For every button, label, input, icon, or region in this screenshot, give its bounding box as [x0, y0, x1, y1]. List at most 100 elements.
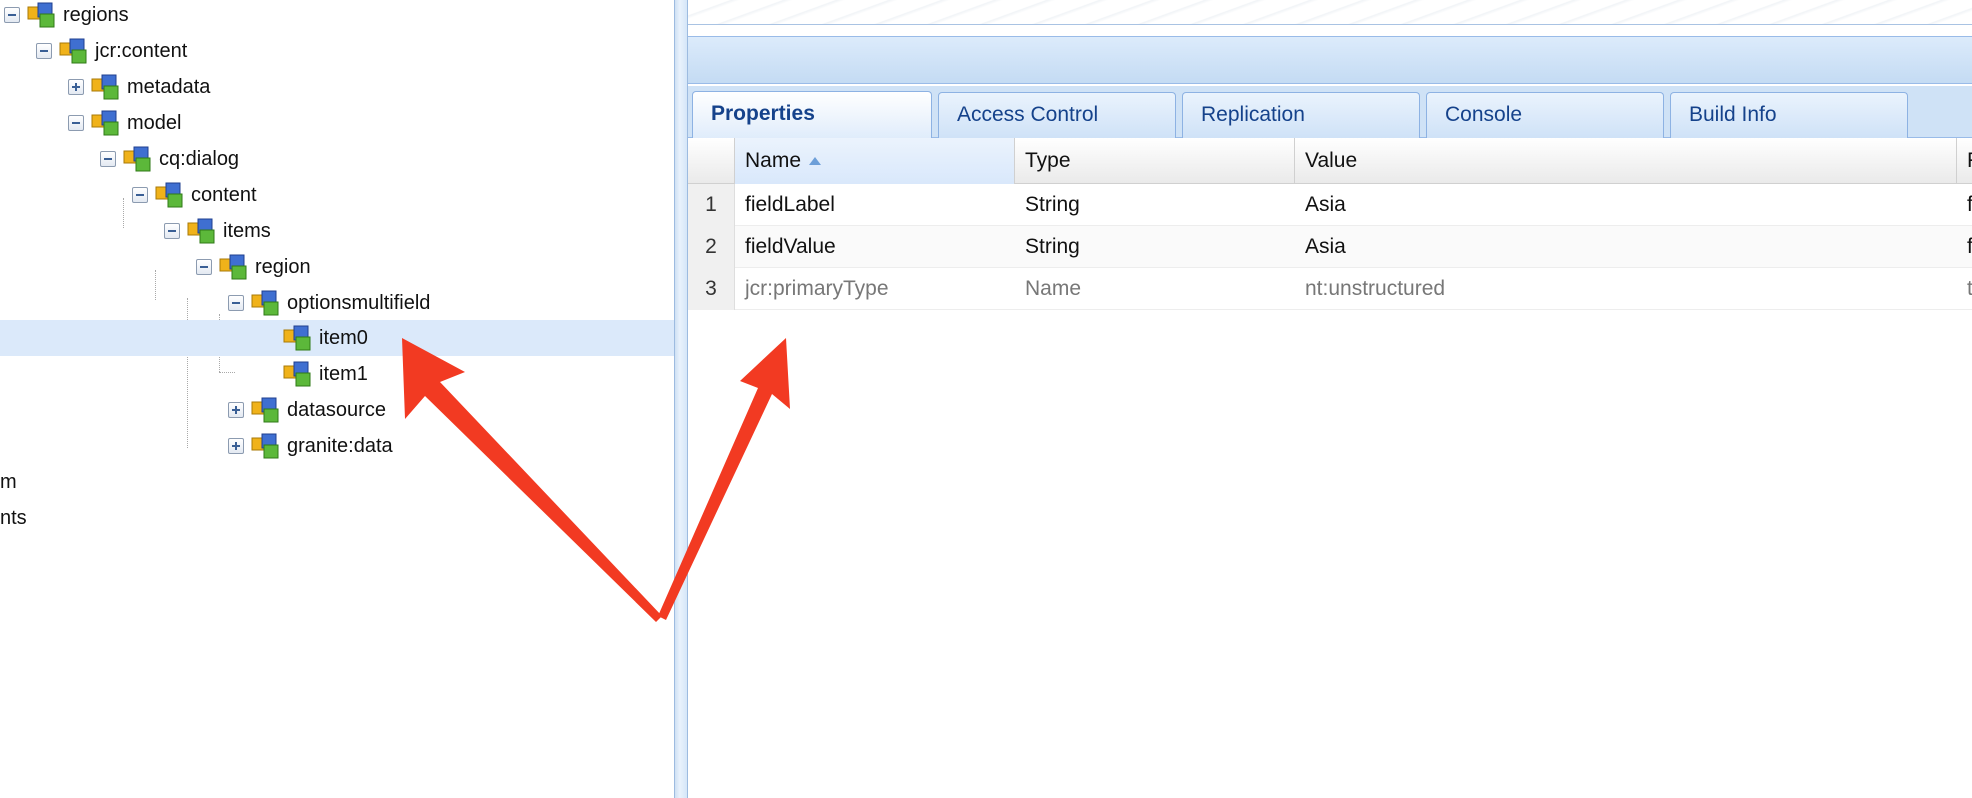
row-number: 3 [688, 268, 735, 310]
sort-ascending-icon [809, 157, 822, 166]
collapse-toggle[interactable] [36, 43, 52, 59]
tree-node-item1[interactable]: item1 [0, 356, 674, 392]
tree-node-item0[interactable]: item0 [0, 320, 674, 356]
tree-node-label: datasource [287, 399, 386, 421]
plus-icon [72, 83, 80, 91]
tree-node-metadata[interactable]: metadata [0, 69, 674, 105]
tab-build-info[interactable]: Build Info [1670, 92, 1908, 138]
tree-node-clipped[interactable]: nts [0, 500, 674, 536]
tree-node-label: optionsmultifield [287, 292, 431, 314]
collapse-toggle[interactable] [228, 295, 244, 311]
top-toolbar-strip [688, 0, 1972, 25]
tree-node-label: jcr:content [95, 40, 188, 62]
collapse-toggle[interactable] [132, 187, 148, 203]
property-name: fieldValue [745, 235, 836, 258]
collapse-toggle[interactable] [164, 223, 180, 239]
tree-node-label: metadata [127, 76, 211, 98]
tree-node-label: m [0, 471, 17, 493]
tab-bar: Properties Access Control Replication Co… [688, 86, 1972, 139]
minus-icon [168, 230, 176, 232]
plus-icon [232, 442, 240, 450]
column-header-extra[interactable]: F [1957, 138, 1972, 184]
tree-node-label: model [127, 112, 182, 134]
column-header-type[interactable]: Type [1015, 138, 1295, 184]
tree-node-label: content [191, 184, 257, 206]
panel-header [688, 36, 1972, 84]
tree-node-items[interactable]: items [0, 213, 674, 249]
tree-node-datasource[interactable]: datasource [0, 392, 674, 428]
tree-node-label: region [255, 256, 311, 278]
property-value: nt:unstructured [1305, 277, 1446, 300]
panel-splitter[interactable] [674, 0, 688, 798]
expand-toggle[interactable] [228, 438, 244, 454]
column-header-name[interactable]: Name [735, 138, 1015, 184]
node-icon [26, 1, 58, 29]
grid-header-row: Name Type Value F [688, 138, 1972, 184]
tab-replication[interactable]: Replication [1182, 92, 1420, 138]
property-type: String [1025, 193, 1080, 216]
tree-node-label: items [223, 220, 271, 242]
tree-node-label: item0 [319, 327, 368, 349]
minus-icon [40, 50, 48, 52]
minus-icon [232, 302, 240, 304]
node-icon [250, 396, 282, 424]
minus-icon [136, 194, 144, 196]
row-number: 2 [688, 226, 735, 268]
property-name: fieldLabel [745, 193, 835, 216]
repository-tree: regions jcr:content metadata model cq:di… [0, 0, 674, 798]
table-row[interactable]: 1 fieldLabel String Asia fa [688, 184, 1972, 226]
tree-node-label: nts [0, 507, 27, 529]
column-header-label: Name [745, 149, 802, 172]
tree-node-clipped[interactable]: m [0, 464, 674, 500]
tree-node-label: cq:dialog [159, 148, 240, 170]
node-icon [250, 289, 282, 317]
tree-node-optionsmultifield[interactable]: optionsmultifield [0, 285, 674, 321]
property-value: Asia [1305, 193, 1346, 216]
plus-icon [232, 406, 240, 414]
property-extra: fa [1967, 235, 1972, 258]
minus-icon [72, 122, 80, 124]
collapse-toggle[interactable] [4, 7, 20, 23]
property-extra: fa [1967, 193, 1972, 216]
node-icon [282, 324, 314, 352]
property-extra: tr [1967, 277, 1972, 300]
tree-node-content[interactable]: content [0, 177, 674, 213]
node-icon [282, 360, 314, 388]
node-icon [250, 432, 282, 460]
collapse-toggle[interactable] [196, 259, 212, 275]
node-icon [122, 145, 154, 173]
tab-access-control[interactable]: Access Control [938, 92, 1176, 138]
collapse-toggle[interactable] [100, 151, 116, 167]
tree-node-cq-dialog[interactable]: cq:dialog [0, 141, 674, 177]
node-icon [58, 37, 90, 65]
node-icon [90, 73, 122, 101]
rownum-column-header [688, 138, 735, 184]
property-type: Name [1025, 277, 1082, 300]
minus-icon [200, 266, 208, 268]
table-row[interactable]: 3 jcr:primaryType Name nt:unstructured t… [688, 268, 1972, 310]
tree-node-model[interactable]: model [0, 105, 674, 141]
table-row[interactable]: 2 fieldValue String Asia fa [688, 226, 1972, 268]
node-icon [186, 217, 218, 245]
tree-node-granite-data[interactable]: granite:data [0, 428, 674, 464]
property-type: String [1025, 235, 1080, 258]
expand-toggle[interactable] [228, 402, 244, 418]
tree-node-label: item1 [319, 363, 368, 385]
properties-panel: Properties Access Control Replication Co… [688, 0, 1972, 798]
tab-properties[interactable]: Properties [692, 91, 932, 139]
tree-node-regions[interactable]: regions [0, 0, 674, 33]
node-icon [218, 253, 250, 281]
minus-icon [8, 14, 16, 16]
tree-node-jcr-content[interactable]: jcr:content [0, 33, 674, 69]
collapse-toggle[interactable] [68, 115, 84, 131]
tree-node-label: regions [63, 4, 129, 26]
tree-node-label: granite:data [287, 435, 393, 457]
expand-toggle[interactable] [68, 79, 84, 95]
tab-console[interactable]: Console [1426, 92, 1664, 138]
column-header-value[interactable]: Value [1295, 138, 1957, 184]
minus-icon [104, 158, 112, 160]
node-icon [90, 109, 122, 137]
property-value: Asia [1305, 235, 1346, 258]
property-name: jcr:primaryType [745, 277, 889, 300]
tree-node-region[interactable]: region [0, 249, 674, 285]
